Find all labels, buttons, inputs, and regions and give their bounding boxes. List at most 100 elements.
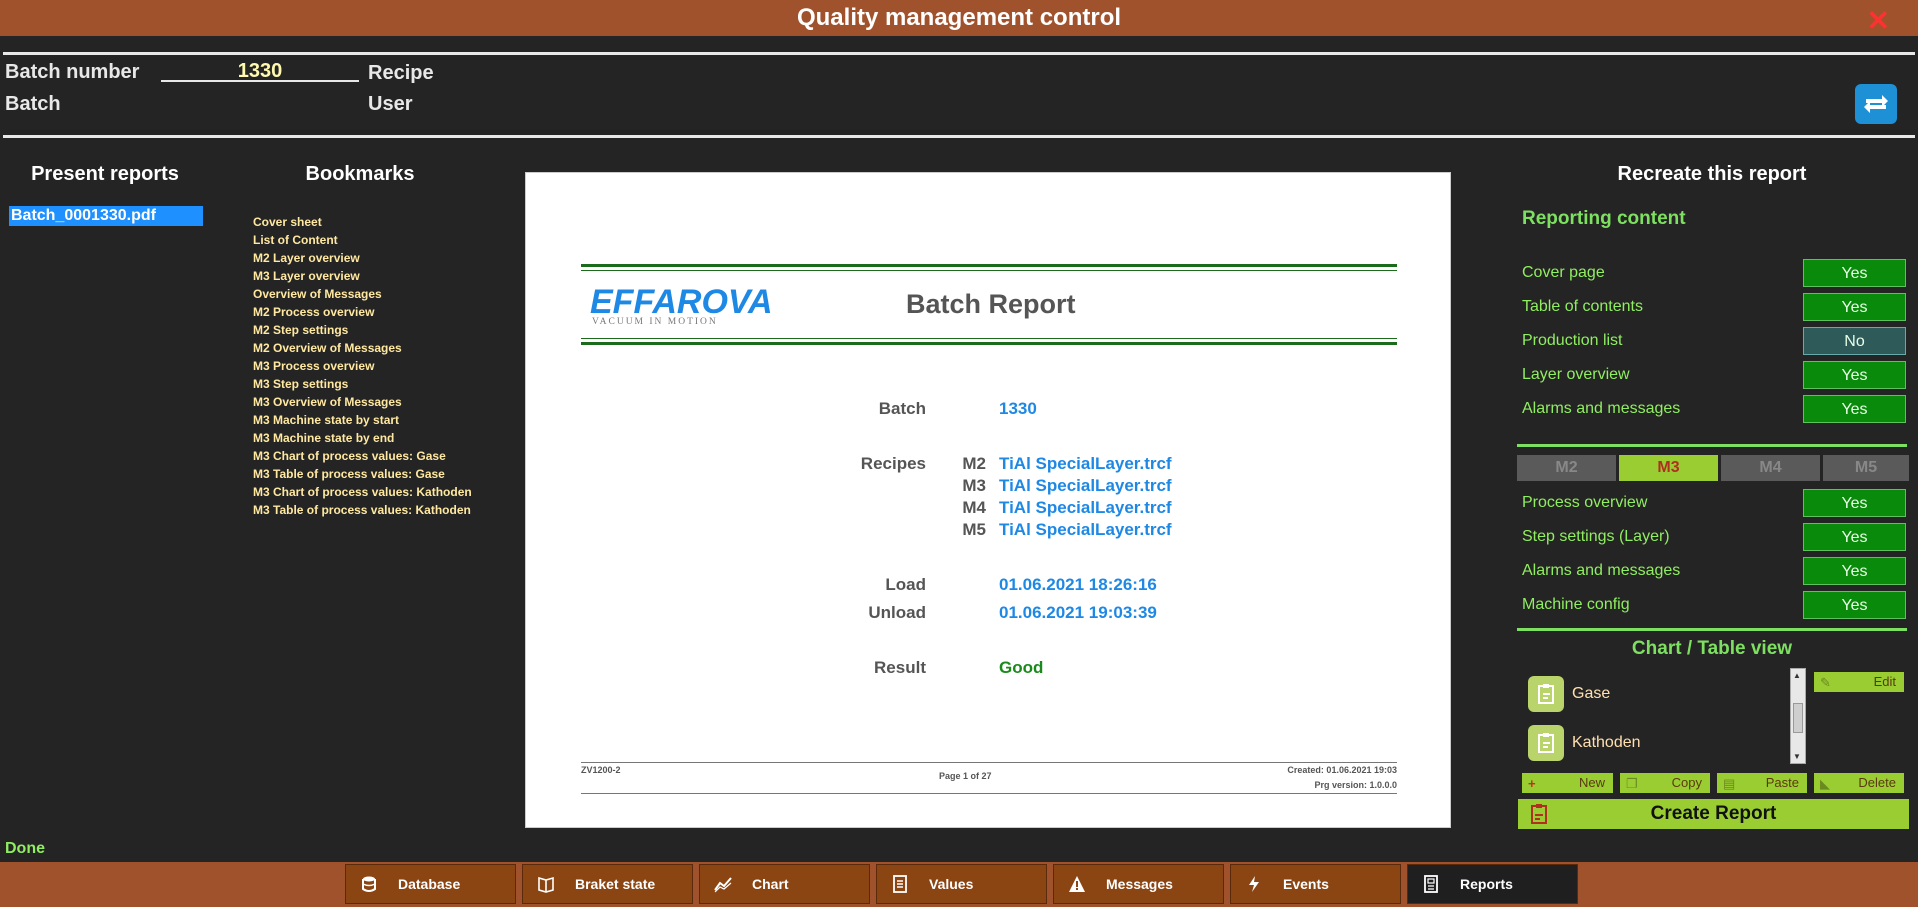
edit-label: Edit (1873, 674, 1896, 689)
divider (581, 338, 1397, 339)
database-icon (362, 876, 376, 892)
clipboard-icon (1528, 676, 1564, 712)
clipboard-icon (1528, 725, 1564, 761)
divider (3, 135, 1915, 138)
divider (581, 270, 1397, 271)
list-item[interactable]: Gase (1528, 674, 1788, 714)
bookmark-item[interactable]: M2 Layer overview (253, 249, 472, 267)
paste-button[interactable]: ▤ Paste (1717, 773, 1807, 793)
recipes-key: Recipes (860, 454, 926, 473)
machine-config-toggle[interactable]: Yes (1803, 591, 1906, 619)
copy-button[interactable]: ❐ Copy (1620, 773, 1710, 793)
nav-chart-button[interactable]: Chart (699, 864, 870, 904)
bookmark-item[interactable]: M3 Chart of process values: Gase (253, 447, 472, 465)
recipe-file: TiAl SpecialLayer.trcf (999, 476, 1172, 495)
cover-page-toggle[interactable]: Yes (1803, 259, 1906, 287)
option-label: Machine config (1522, 596, 1630, 613)
option-label: Process overview (1522, 494, 1648, 511)
scroll-up-icon[interactable]: ▲ (1793, 671, 1801, 680)
copy-label: Copy (1671, 775, 1702, 790)
footer-created: Created: 01.06.2021 19:03 (1287, 765, 1397, 775)
copy-icon: ❐ (1626, 776, 1638, 791)
create-report-button[interactable]: Create Report (1518, 799, 1909, 829)
nav-label: Values (929, 876, 974, 892)
report-icon (1424, 875, 1438, 893)
divider (3, 52, 1915, 55)
close-icon[interactable]: ✕ (1867, 3, 1890, 39)
divider (1517, 444, 1907, 447)
report-preview[interactable]: EFFAROVAC VACUUM IN MOTION Batch Report … (525, 172, 1451, 828)
bookmark-item[interactable]: M3 Table of process values: Kathoden (253, 501, 472, 519)
bookmark-item[interactable]: M3 Step settings (253, 375, 472, 393)
alarms-messages-toggle[interactable]: Yes (1803, 395, 1906, 423)
recipe-file: TiAl SpecialLayer.trcf (999, 454, 1172, 473)
bookmark-item[interactable]: Overview of Messages (253, 285, 472, 303)
delete-icon: ◣ (1820, 776, 1830, 791)
scroll-thumb[interactable] (1793, 703, 1803, 733)
bookmark-item[interactable]: M2 Overview of Messages (253, 339, 472, 357)
bookmark-item[interactable]: M3 Machine state by start (253, 411, 472, 429)
nav-database-button[interactable]: Database (345, 864, 516, 904)
bookmark-item[interactable]: List of Content (253, 231, 472, 249)
bookmark-item[interactable]: M3 Layer overview (253, 267, 472, 285)
step-settings-toggle[interactable]: Yes (1803, 523, 1906, 551)
scroll-down-icon[interactable]: ▼ (1793, 752, 1801, 761)
process-overview-toggle[interactable]: Yes (1803, 489, 1906, 517)
nav-label: Events (1283, 876, 1329, 892)
footer-version: Prg version: 1.0.0.0 (1314, 780, 1397, 790)
list-scrollbar[interactable]: ▲ ▼ (1790, 668, 1806, 764)
bookmarks-list: Cover sheet List of Content M2 Layer ove… (253, 213, 472, 519)
bookmark-item[interactable]: Cover sheet (253, 213, 472, 231)
list-item[interactable]: Kathoden (1528, 723, 1788, 763)
unload-value: 01.06.2021 19:03:39 (999, 603, 1157, 622)
chart-item-label: Kathoden (1572, 734, 1641, 751)
bookmark-item[interactable]: M2 Process overview (253, 303, 472, 321)
nav-messages-button[interactable]: Messages (1053, 864, 1224, 904)
bookmark-item[interactable]: M3 Overview of Messages (253, 393, 472, 411)
batch-number-field[interactable]: 1330 (161, 60, 359, 82)
bookmark-item[interactable]: M3 Process overview (253, 357, 472, 375)
load-value: 01.06.2021 18:26:16 (999, 575, 1157, 594)
report-title: Batch Report (906, 289, 1076, 319)
nav-events-button[interactable]: Events (1230, 864, 1401, 904)
report-file-item[interactable]: Batch_0001330.pdf (9, 206, 203, 226)
option-label: Alarms and messages (1522, 400, 1681, 417)
edit-button[interactable]: ✎ Edit (1814, 672, 1904, 692)
batch-key: Batch (878, 399, 926, 418)
bookmark-item[interactable]: M3 Chart of process values: Kathoden (253, 483, 472, 501)
tab-m2[interactable]: M2 (1517, 455, 1616, 481)
delete-button[interactable]: ◣ Delete (1814, 773, 1904, 793)
tab-m5[interactable]: M5 (1823, 455, 1909, 481)
plus-icon: + (1528, 776, 1536, 791)
layer-overview-toggle[interactable]: Yes (1803, 361, 1906, 389)
refresh-button[interactable] (1855, 84, 1897, 124)
bookmark-item[interactable]: M3 Machine state by end (253, 429, 472, 447)
status-text: Done (5, 840, 45, 857)
bookmark-item[interactable]: M3 Table of process values: Gase (253, 465, 472, 483)
divider (581, 342, 1397, 345)
machine-alarms-toggle[interactable]: Yes (1803, 557, 1906, 585)
bookmark-item[interactable]: M2 Step settings (253, 321, 472, 339)
production-list-toggle[interactable]: No (1803, 327, 1906, 355)
recipe-machine: M4 (962, 498, 986, 517)
nav-braket-state-button[interactable]: Braket state (522, 864, 693, 904)
report-create-icon (1531, 804, 1547, 824)
option-label: Table of contents (1522, 298, 1643, 315)
table-of-contents-toggle[interactable]: Yes (1803, 293, 1906, 321)
tab-m3[interactable]: M3 (1619, 455, 1718, 481)
new-button[interactable]: + New (1522, 773, 1613, 793)
nav-label: Braket state (575, 876, 656, 892)
batch-value: 1330 (999, 399, 1037, 418)
nav-values-button[interactable]: Values (876, 864, 1047, 904)
nav-reports-button[interactable]: Reports (1407, 864, 1578, 904)
tab-m4[interactable]: M4 (1721, 455, 1820, 481)
title-bar: Quality management control ✕ (0, 0, 1918, 36)
recipe-file: TiAl SpecialLayer.trcf (999, 520, 1172, 539)
user-label: User (368, 93, 413, 115)
paste-label: Paste (1765, 775, 1799, 790)
logo-text: EFFAROVAC (590, 283, 774, 321)
effarovac-logo: EFFAROVAC VACUUM IN MOTION (590, 283, 774, 327)
app-window: Quality management control ✕ Batch numbe… (0, 0, 1918, 907)
book-icon (538, 876, 554, 893)
divider (581, 793, 1397, 794)
